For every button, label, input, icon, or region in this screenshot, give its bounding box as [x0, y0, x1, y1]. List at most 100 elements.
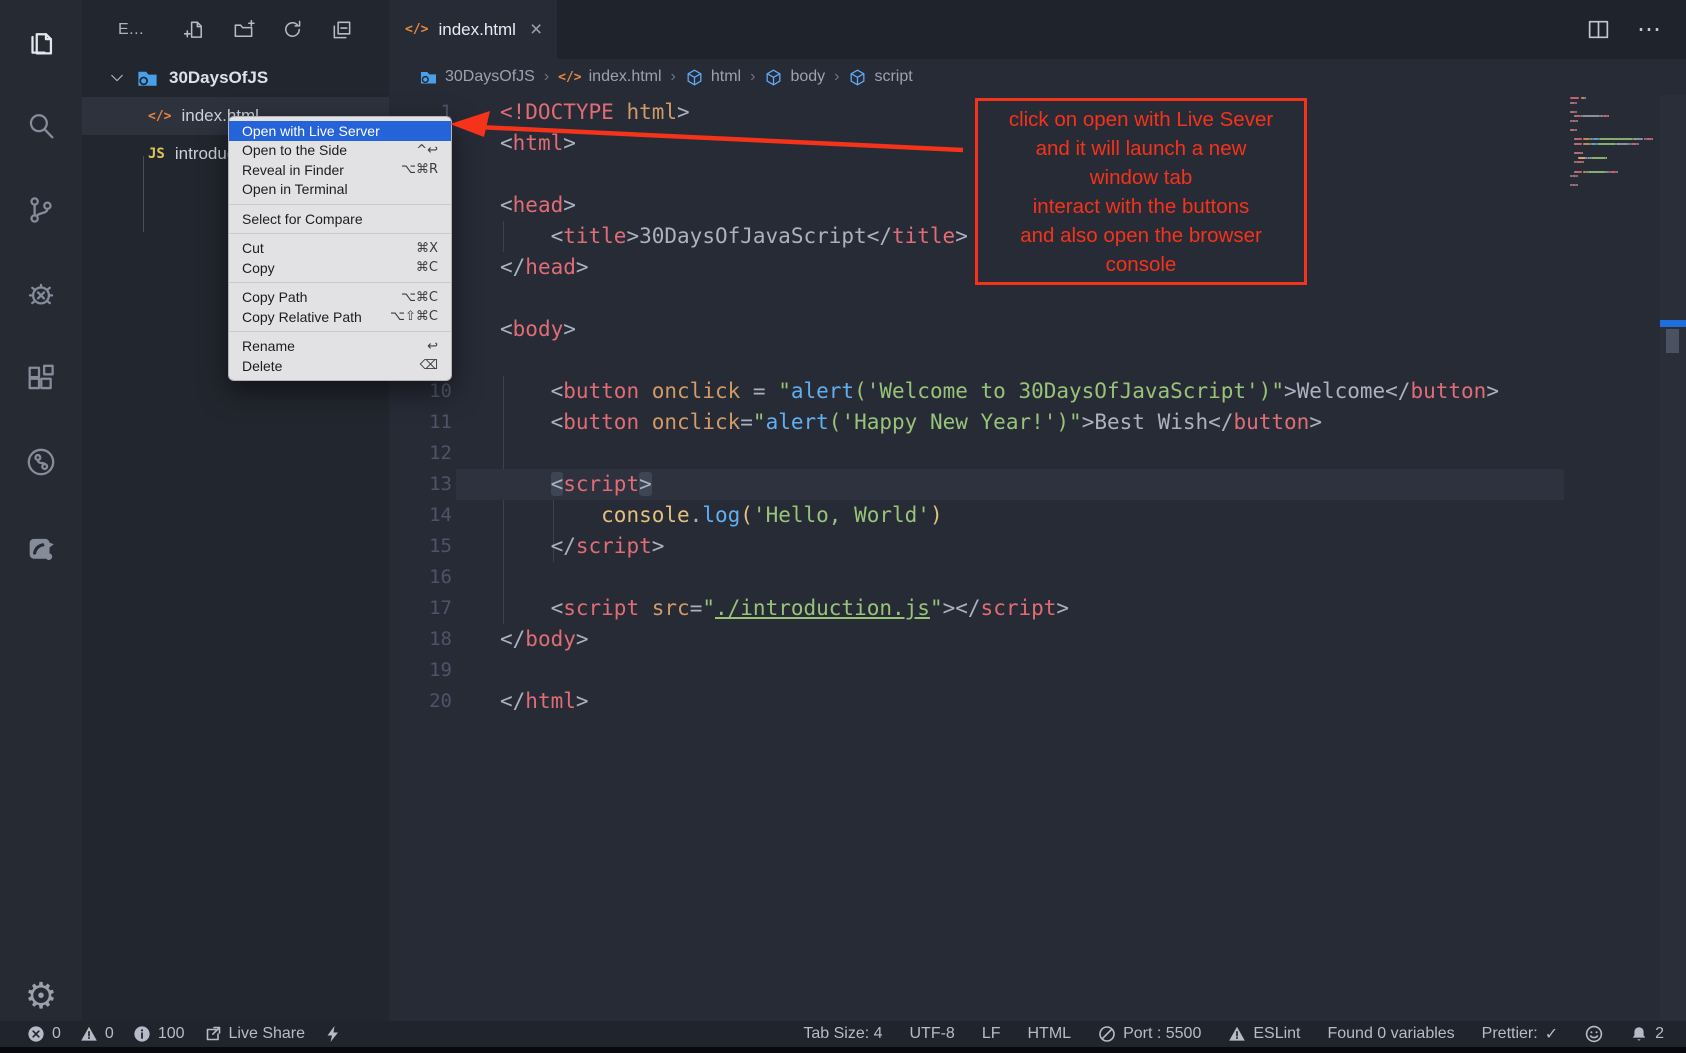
status-eslint[interactable]: ESLint: [1228, 1025, 1300, 1043]
menu-item-shortcut: ⌥⌘R: [401, 162, 438, 177]
status-live-share[interactable]: Live Share: [204, 1025, 306, 1043]
breadcrumb-item-30daysofjs[interactable]: 30DaysOfJS: [419, 68, 535, 87]
explorer-title: E...: [118, 21, 144, 39]
status-feedback[interactable]: [1585, 1025, 1603, 1043]
tab-bar: </> index.html × ⋯: [389, 0, 1686, 59]
menu-item-shortcut: ⌫: [420, 358, 438, 373]
status-prettier[interactable]: Prettier:✓: [1482, 1024, 1558, 1044]
code-text: </html>: [500, 686, 589, 717]
breadcrumb-item-index-html[interactable]: </>index.html: [558, 68, 661, 86]
status-problems-info[interactable]: 100: [133, 1025, 185, 1043]
new-file-icon[interactable]: [183, 18, 206, 41]
breadcrumb-separator: ›: [834, 68, 839, 86]
code-text: </script>: [500, 531, 664, 562]
status-end-of-line[interactable]: LF: [982, 1025, 1001, 1043]
status-problems-errors[interactable]: 0: [27, 1025, 61, 1043]
menu-item-open-in-terminal[interactable]: Open in Terminal: [229, 180, 451, 200]
split-editor-icon[interactable]: [1586, 17, 1611, 42]
menu-item-copy[interactable]: Copy⌘C: [229, 258, 451, 278]
tab-index-html[interactable]: </> index.html ×: [389, 0, 557, 59]
code-line-16: 16: [389, 562, 1686, 593]
line-number: 17: [389, 593, 452, 624]
bell-icon: [1630, 1025, 1648, 1043]
activity-item-gitlens[interactable]: [0, 420, 82, 504]
status-live-server-port[interactable]: Port : 5500: [1098, 1025, 1201, 1043]
folder-row-30daysofjs[interactable]: 30DaysOfJS: [82, 59, 389, 97]
minimap[interactable]: [1570, 97, 1662, 197]
menu-item-label: Open in Terminal: [242, 181, 438, 197]
menu-item-shortcut: ⌥⌘C: [401, 290, 438, 305]
status-tab-size[interactable]: Tab Size: 4: [803, 1025, 882, 1043]
status-problems-warnings[interactable]: 0: [80, 1025, 114, 1043]
status-label: HTML: [1028, 1025, 1072, 1043]
menu-item-select-for-compare[interactable]: Select for Compare: [229, 209, 451, 229]
menu-item-label: Open with Live Server: [242, 123, 438, 139]
folder-label: 30DaysOfJS: [169, 68, 268, 88]
breadcrumb-separator: ›: [750, 68, 755, 86]
menu-item-shortcut: ⌘C: [416, 260, 438, 275]
activity-item-source-control[interactable]: [0, 168, 82, 252]
menu-item-label: Delete: [242, 358, 420, 374]
status-quick-action[interactable]: [324, 1025, 342, 1043]
gear-icon[interactable]: ⚙: [25, 979, 57, 1015]
menu-item-open-to-the-side[interactable]: Open to the Side^↩: [229, 141, 451, 161]
menu-item-rename[interactable]: Rename↩: [229, 337, 451, 357]
activity-item-live-share[interactable]: [0, 504, 82, 588]
code-text: <head>: [500, 190, 576, 221]
menu-item-shortcut: ^↩: [416, 143, 438, 158]
line-number: 10: [389, 376, 452, 407]
close-tab-icon[interactable]: ×: [530, 19, 542, 40]
menu-item-label: Copy: [242, 260, 416, 276]
menu-separator: [229, 331, 451, 332]
code-line-9: 9: [389, 345, 1686, 376]
port-icon: [1098, 1025, 1116, 1043]
activity-item-run-debug[interactable]: [0, 252, 82, 336]
code-text: <button onclick="alert('Happy New Year!'…: [500, 407, 1322, 438]
share-icon: [24, 529, 58, 563]
context-menu: Open with Live ServerOpen to the Side^↩R…: [228, 116, 452, 381]
activity-item-search[interactable]: [0, 84, 82, 168]
symbol-icon: [848, 68, 867, 87]
line-number: 13: [389, 469, 452, 500]
menu-item-cut[interactable]: Cut⌘X: [229, 239, 451, 259]
annotation-line: interact with the buttons: [1033, 192, 1250, 221]
source-control-icon: [24, 193, 58, 227]
status-label: LF: [982, 1025, 1001, 1043]
status-label: ESLint: [1253, 1025, 1300, 1043]
more-actions-icon[interactable]: ⋯: [1637, 15, 1662, 44]
menu-item-copy-path[interactable]: Copy Path⌥⌘C: [229, 288, 451, 308]
menu-item-copy-relative-path[interactable]: Copy Relative Path⌥⇧⌘C: [229, 307, 451, 327]
new-folder-icon[interactable]: [232, 18, 255, 41]
code-line-18: 18</body>: [389, 624, 1686, 655]
activity-item-explorer[interactable]: [0, 0, 82, 84]
refresh-icon[interactable]: [281, 18, 304, 41]
status-encoding[interactable]: UTF-8: [910, 1025, 955, 1043]
menu-item-reveal-in-finder[interactable]: Reveal in Finder⌥⌘R: [229, 160, 451, 180]
js-icon: JS: [148, 147, 165, 161]
status-variables[interactable]: Found 0 variables: [1327, 1025, 1454, 1043]
annotation-line: and also open the browser: [1020, 221, 1262, 250]
code-line-11: 11 <button onclick="alert('Happy New Yea…: [389, 407, 1686, 438]
status-language-mode[interactable]: HTML: [1028, 1025, 1072, 1043]
breadcrumb-item-html[interactable]: html: [685, 68, 741, 87]
code-line-13: 13 <script>: [389, 469, 1686, 500]
breadcrumb-item-script[interactable]: script: [848, 68, 912, 87]
status-label: UTF-8: [910, 1025, 955, 1043]
menu-item-delete[interactable]: Delete⌫: [229, 356, 451, 376]
scrollbar-thumb[interactable]: [1666, 329, 1679, 353]
status-notifications[interactable]: 2: [1630, 1025, 1664, 1043]
activity-item-extensions[interactable]: [0, 336, 82, 420]
menu-item-open-with-live-server[interactable]: Open with Live Server: [229, 121, 451, 141]
symbol-icon: [685, 68, 704, 87]
code-text: <body>: [500, 314, 576, 345]
menu-item-shortcut: ↩: [427, 339, 438, 354]
code-text: <script>: [500, 469, 652, 500]
code-line-8: 8<body>: [389, 314, 1686, 345]
breadcrumb-item-body[interactable]: body: [764, 68, 825, 87]
warning-icon: [1228, 1025, 1246, 1043]
collapse-all-icon[interactable]: [330, 18, 353, 41]
code-line-7: 7: [389, 283, 1686, 314]
breadcrumb-label: script: [874, 68, 912, 86]
status-label: Live Share: [229, 1025, 306, 1043]
breadcrumb-label: index.html: [589, 68, 662, 86]
